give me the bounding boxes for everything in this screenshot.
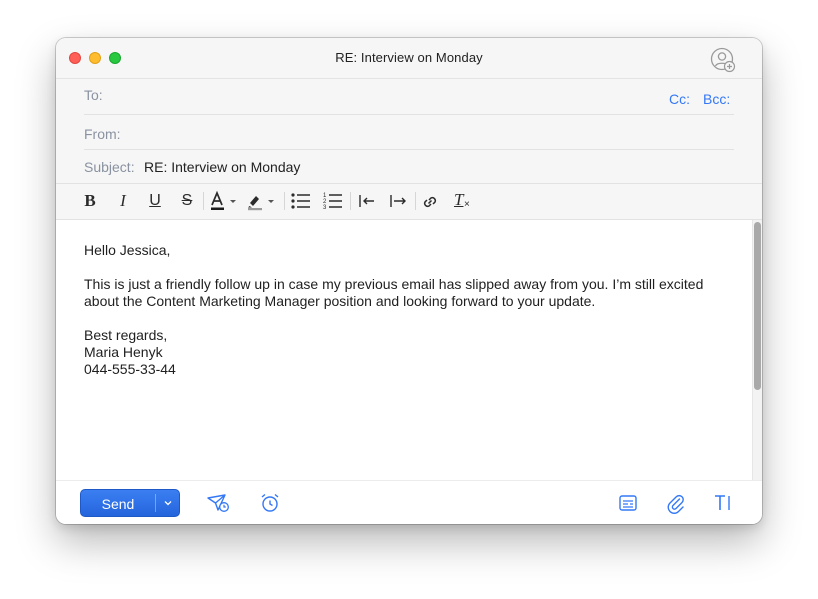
body-paragraph: This is just a friendly follow up in cas… (84, 276, 704, 309)
text-color-button[interactable] (207, 188, 241, 214)
add-contact-icon (710, 47, 736, 73)
text-format-icon (715, 495, 730, 510)
format-toolbar: B I U S 1 2 3 T × (56, 183, 762, 220)
templates-button[interactable] (616, 492, 640, 514)
cc-button[interactable]: Cc: (669, 91, 690, 107)
compose-window: RE: Interview on Monday To: Cc: Bcc: Fro… (56, 38, 762, 524)
link-button[interactable] (419, 188, 441, 214)
toolbar-divider (415, 192, 416, 210)
highlight-icon (248, 196, 274, 211)
toolbar-divider (350, 192, 351, 210)
svg-text:3: 3 (323, 205, 327, 211)
text-color-icon (211, 190, 236, 210)
numbered-list-icon: 1 2 3 (323, 193, 342, 211)
strikethrough-button[interactable]: S (177, 188, 197, 214)
chevron-down-icon (164, 501, 172, 506)
window-title: RE: Interview on Monday (335, 50, 483, 65)
indent-icon (390, 195, 406, 207)
to-label: To: (84, 87, 103, 103)
add-contact-button[interactable] (710, 47, 736, 73)
send-options-button[interactable] (156, 490, 180, 516)
subject-field[interactable]: RE: Interview on Monday (144, 159, 300, 175)
title-bar: RE: Interview on Monday (56, 38, 762, 79)
indent-button[interactable] (387, 188, 409, 214)
bcc-button[interactable]: Bcc: (703, 91, 730, 107)
reminder-alarm-icon (261, 493, 279, 512)
signoff-line: Best regards, (84, 327, 168, 343)
send-button[interactable]: Send (80, 489, 180, 517)
clear-format-button[interactable]: T × (451, 188, 473, 214)
greeting-line: Hello Jessica, (84, 242, 171, 258)
clear-format-letter: T (454, 190, 464, 209)
from-row[interactable]: From: (84, 114, 734, 150)
bullet-list-icon (291, 193, 310, 209)
from-label: From: (84, 126, 121, 142)
subject-label: Subject: (84, 159, 135, 175)
outdent-button[interactable] (356, 188, 378, 214)
italic-button[interactable]: I (113, 188, 133, 214)
signature-name: Maria Henyk (84, 344, 163, 360)
scrollbar-thumb[interactable] (754, 222, 761, 390)
attach-file-button[interactable] (664, 492, 688, 514)
numbered-list-button[interactable]: 1 2 3 (322, 188, 344, 214)
reminder-button[interactable] (258, 492, 282, 514)
send-later-icon (207, 494, 229, 512)
toolbar-divider (203, 192, 204, 210)
message-header: To: Cc: Bcc: From: Subject: RE: Intervie… (56, 79, 762, 183)
bold-button[interactable]: B (80, 188, 100, 214)
message-body[interactable]: Hello Jessica, This is just a friendly f… (56, 220, 752, 480)
bullet-list-button[interactable] (290, 188, 312, 214)
clear-format-icon: T × (454, 190, 470, 210)
toolbar-divider (284, 192, 285, 210)
subject-row[interactable]: Subject: RE: Interview on Monday (84, 149, 734, 184)
signature-phone: 044-555-33-44 (84, 361, 176, 377)
message-body-text[interactable]: Hello Jessica, This is just a friendly f… (84, 242, 734, 378)
outdent-icon (359, 195, 374, 207)
underline-button[interactable]: U (145, 188, 165, 214)
vertical-scrollbar[interactable] (752, 220, 762, 480)
compose-footer: Send (56, 480, 762, 524)
to-row[interactable]: To: Cc: Bcc: (84, 79, 734, 115)
text-format-button[interactable] (712, 492, 736, 514)
template-icon (619, 495, 637, 511)
send-label: Send (101, 496, 135, 512)
link-icon (423, 196, 437, 208)
highlight-button[interactable] (244, 188, 278, 214)
send-later-button[interactable] (206, 492, 230, 514)
attachment-icon (667, 494, 684, 514)
